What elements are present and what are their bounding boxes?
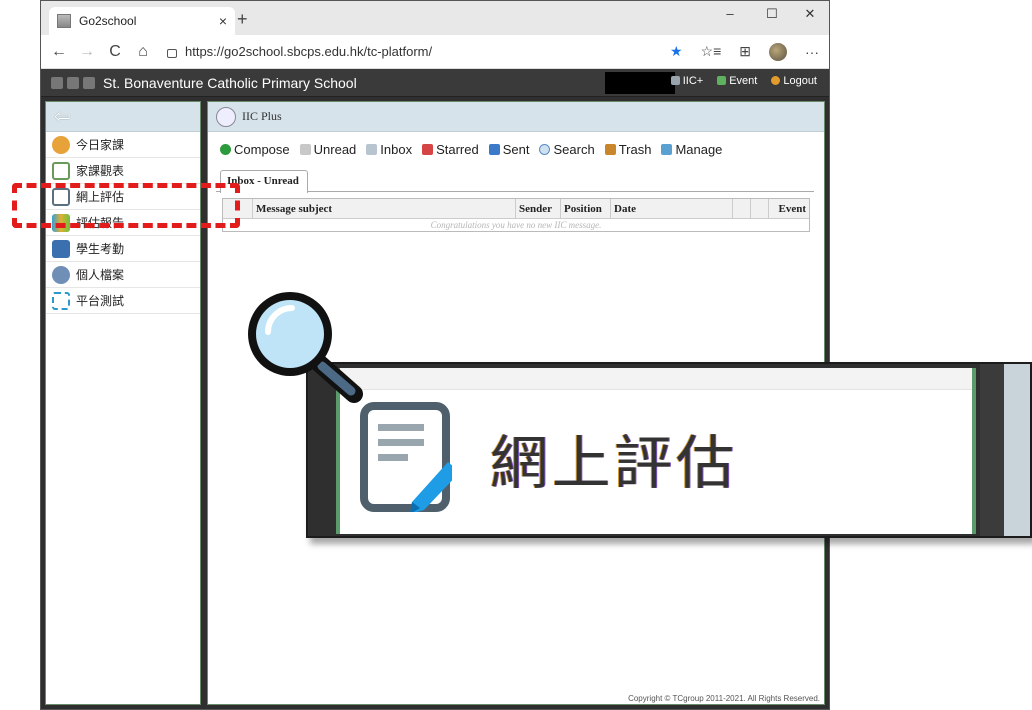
event-link[interactable]: Event [717,75,757,87]
homework-icon [52,135,70,154]
trash-icon [604,144,616,155]
lock-icon [167,49,177,58]
address-bar: ← → C ⌂ https://go2school.sbcps.edu.hk/t… [41,35,829,69]
sent-button[interactable]: Sent [488,142,529,157]
sidebar-back-row: ⇦ [46,102,200,132]
iic-plus-icon [216,106,236,127]
home-button[interactable]: ⌂ [129,43,157,61]
trash-button[interactable]: Trash [604,142,651,157]
panel-title: IIC Plus [242,109,282,123]
starred-icon [422,144,434,155]
unread-icon [299,144,311,155]
profile-icon [52,265,70,284]
event-flag-icon [717,76,727,85]
redacted-username [605,72,675,94]
zoom-callout: 網上評估 [306,362,1032,538]
school-name: St. Bonaventure Catholic Primary School [103,74,357,91]
search-icon [539,144,551,155]
more-menu-icon[interactable]: ··· [805,44,819,60]
logout-link[interactable]: Logout [771,75,817,87]
starred-button[interactable]: Starred [422,142,479,157]
tab-title: Go2school [79,14,137,28]
browser-window: Go2school × + – ☐ ✕ ← → C ⌂ https://go2s… [40,0,830,710]
message-table: Message subject Sender Position Date Eve… [222,198,810,232]
refresh-button[interactable]: C [101,43,129,61]
sidebar-item-attendance[interactable]: 學生考勤 [46,236,200,262]
sidebar-item-today-homework[interactable]: 今日家課 [46,132,200,158]
collections-icon[interactable]: ⊞ [739,43,751,60]
compose-button[interactable]: Compose [220,142,290,157]
url-field[interactable]: https://go2school.sbcps.edu.hk/tc-platfo… [167,44,432,59]
url-text: https://go2school.sbcps.edu.hk/tc-platfo… [185,44,433,59]
new-tab-button[interactable]: + [237,9,248,30]
sidebar-item-label: 學生考勤 [76,242,125,256]
inbox-icon [366,144,378,155]
schedule-icon [52,161,70,180]
zoom-right-edge [980,364,1030,536]
minimize-button[interactable]: – [715,6,745,21]
back-button[interactable]: ← [45,43,73,61]
sidebar-item-label: 個人檔案 [76,268,125,282]
column-header-position[interactable]: Position [561,199,611,218]
site-header: St. Bonaventure Catholic Primary School … [41,69,829,97]
sidebar-item-homework-schedule[interactable]: 家課觀表 [46,158,200,184]
power-icon [771,76,781,85]
browser-actions: ★ ☆≡ ⊞ ··· [670,42,829,61]
site-favicon-icon [57,14,71,28]
iic-plus-link[interactable]: IIC+ [670,75,703,87]
sidebar-item-label: 平台測試 [76,294,125,308]
zoom-label: 網上評估 [490,429,739,497]
empty-message: Congratulations you have no new IIC mess… [430,220,602,230]
profile-avatar[interactable] [769,42,787,61]
message-toolbar: Compose Unread Inbox Starred Sent Search… [220,142,722,157]
column-header-event[interactable]: Event [769,199,809,218]
column-header-blank-2 [751,199,769,218]
inbox-button[interactable]: Inbox [366,142,412,157]
browser-tab-bar: Go2school × + – ☐ ✕ [41,1,829,35]
unread-button[interactable]: Unread [299,142,356,157]
search-button[interactable]: Search [539,142,595,157]
copyright-text: Copyright © TCgroup 2011-2021. All Right… [628,694,820,703]
attendance-icon [52,239,70,258]
assessment-icon [360,402,452,512]
column-header-date[interactable]: Date [611,199,733,218]
sidebar-item-platform-test[interactable]: 平台測試 [46,288,200,314]
column-header-sender[interactable]: Sender [516,199,561,218]
favorite-star-icon[interactable]: ★ [670,43,683,60]
test-icon [52,291,70,310]
compose-icon [220,144,231,155]
maximize-button[interactable]: ☐ [757,6,787,22]
sidebar-item-label: 家課觀表 [76,164,125,178]
highlight-dashed-box [12,183,240,228]
back-arrow-icon[interactable]: ⇦ [54,104,71,129]
school-logo-icon [51,76,95,89]
tab-close-icon[interactable]: × [219,13,227,29]
header-nav: IIC+ Event Logout [670,75,817,87]
column-header-blank-1 [733,199,751,218]
table-header: Message subject Sender Position Date Eve… [223,199,809,219]
browser-tab[interactable]: Go2school × [49,7,235,35]
sidebar-item-profile[interactable]: 個人檔案 [46,262,200,288]
tutorial-screenshot: Go2school × + – ☐ ✕ ← → C ⌂ https://go2s… [0,0,1032,710]
manage-icon [661,144,673,155]
magnifier-icon [248,292,363,403]
zoom-content: 網上評估 [336,368,976,534]
manage-button[interactable]: Manage [661,142,722,157]
forward-button[interactable]: → [73,43,101,61]
favorites-icon[interactable]: ☆≡ [701,43,722,60]
panel-header: IIC Plus [208,102,824,132]
iic-icon [670,76,680,85]
window-close-button[interactable]: ✕ [795,6,825,22]
sidebar-item-label: 今日家課 [76,138,125,152]
folder-tabs: Inbox - Unread [216,168,814,193]
column-header-subject[interactable]: Message subject [253,199,516,218]
zoom-top-strip [340,368,972,390]
sent-icon [488,144,500,155]
